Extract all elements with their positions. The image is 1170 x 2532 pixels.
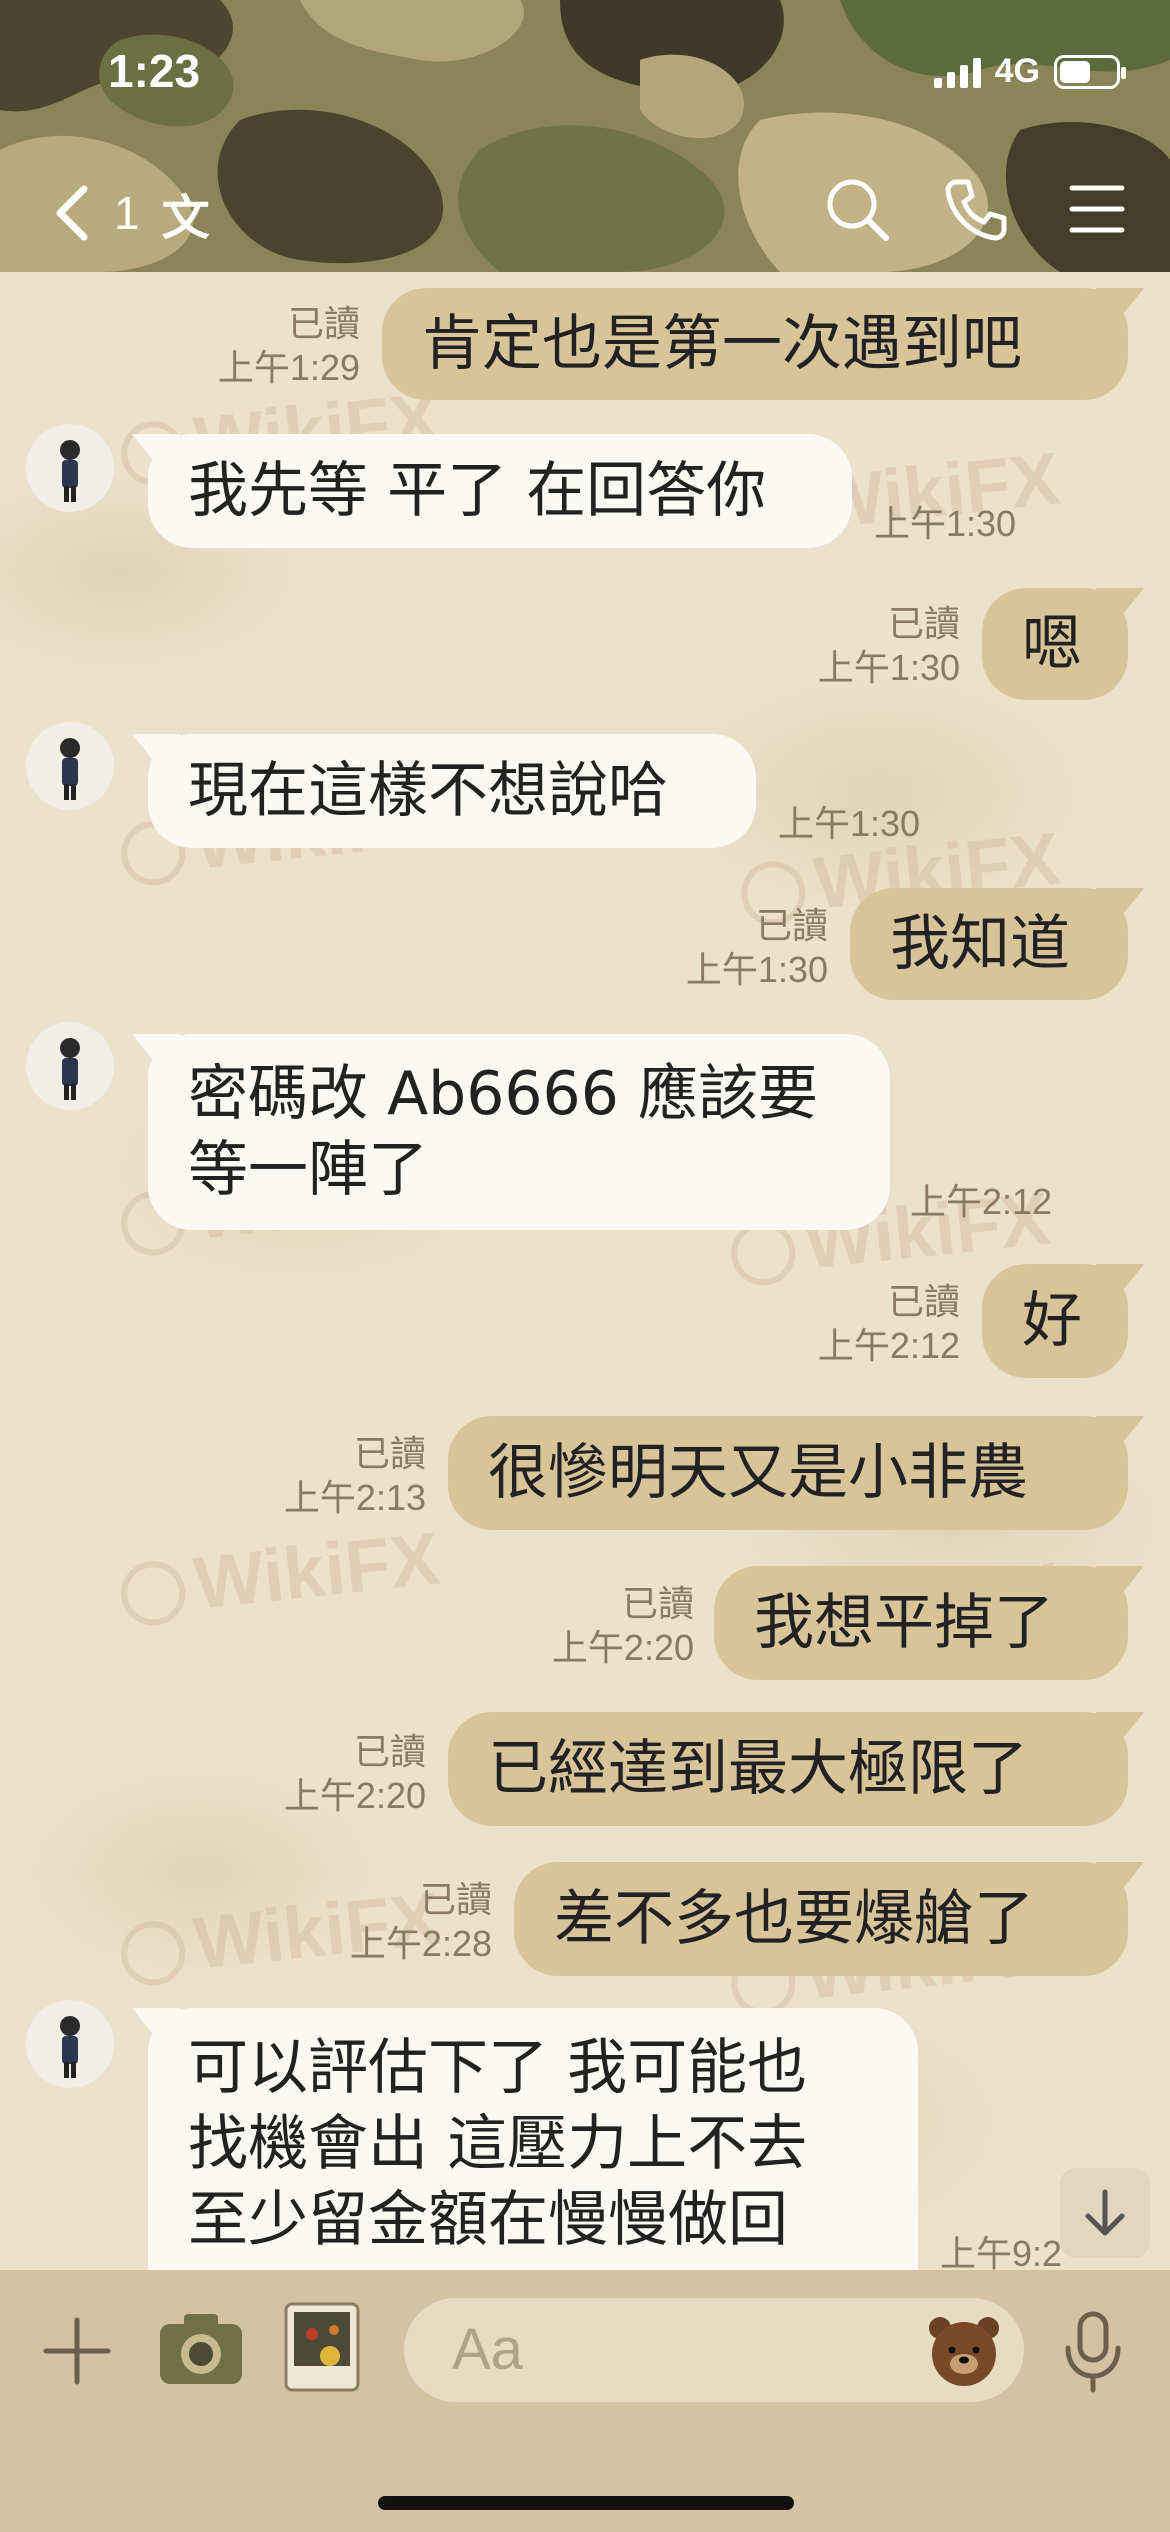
avatar[interactable]	[26, 722, 114, 810]
message-bubble-outgoing[interactable]: 嗯	[982, 588, 1128, 700]
message-bubble-outgoing[interactable]: 我想平掉了	[714, 1566, 1128, 1680]
message-time: 上午2:12	[910, 1181, 1053, 1222]
message-meta: 已讀 上午1:30	[760, 602, 960, 690]
message-meta: 已讀 上午2:20	[494, 1582, 694, 1670]
message-time: 上午2:20	[283, 1775, 426, 1816]
message-meta: 已讀 上午2:28	[292, 1878, 492, 1966]
message-bubble-incoming[interactable]: 現在這樣不想說哈	[148, 734, 756, 848]
nav-bar: 1 文	[0, 170, 1170, 250]
read-receipt: 已讀	[621, 1583, 694, 1624]
camera-icon[interactable]	[156, 2306, 246, 2390]
avatar[interactable]	[26, 2000, 114, 2088]
read-receipt: 已讀	[887, 603, 960, 644]
watermark: WikiFX	[116, 1516, 443, 1634]
search-button[interactable]	[822, 174, 892, 244]
message-time: 上午1:30	[778, 803, 921, 844]
avatar[interactable]	[26, 1022, 114, 1110]
call-button[interactable]	[942, 174, 1012, 244]
read-receipt: 已讀	[755, 905, 828, 946]
message-bubble-outgoing[interactable]: 差不多也要爆艙了	[514, 1862, 1128, 1976]
chat-title: 文	[161, 190, 210, 246]
back-button[interactable]: 1 文	[52, 178, 210, 248]
message-time: 上午9:2	[940, 2233, 1063, 2270]
message-meta: 已讀 上午1:30	[628, 904, 828, 992]
message-meta: 已讀 上午2:20	[226, 1730, 426, 1818]
message-time: 上午2:12	[817, 1325, 960, 1366]
message-bubble-outgoing[interactable]: 我知道	[850, 888, 1128, 1000]
chat-header: 1:23 4G 1 文	[0, 0, 1170, 272]
avatar[interactable]	[26, 424, 114, 512]
message-time: 上午2:20	[551, 1627, 694, 1668]
scroll-to-bottom-button[interactable]	[1060, 2168, 1150, 2258]
search-icon	[827, 179, 889, 241]
avatar-figure-icon	[60, 1038, 80, 1100]
status-time: 1:23	[108, 45, 201, 97]
read-receipt: 已讀	[419, 1879, 492, 1920]
avatar-figure-icon	[60, 738, 80, 800]
avatar-figure-icon	[60, 440, 80, 502]
message-bubble-incoming[interactable]: 我先等 平了 在回答你	[148, 434, 852, 548]
read-receipt: 已讀	[887, 1281, 960, 1322]
chevron-left-icon	[56, 185, 88, 241]
message-line: 找機會出 這壓力上不去	[188, 2109, 808, 2179]
message-bubble-incoming[interactable]: 密碼改 Ab6666 應該要 等一陣了	[148, 1034, 890, 1230]
input-placeholder: Aa	[452, 2317, 523, 2382]
menu-button[interactable]	[1062, 174, 1132, 244]
message-bubble-outgoing[interactable]: 肯定也是第一次遇到吧	[382, 288, 1128, 400]
composer-bar: Aa	[0, 2270, 1170, 2532]
unread-count: 1	[114, 187, 140, 239]
message-meta: 已讀 上午1:29	[160, 302, 360, 390]
read-receipt: 已讀	[287, 303, 360, 344]
message-time: 上午2:13	[283, 1477, 426, 1518]
message-line: 等一陣了	[188, 1135, 428, 1205]
bear-emoji-icon[interactable]	[926, 2312, 1002, 2388]
message-line: 密碼改 Ab6666 應該要	[188, 1059, 818, 1129]
message-line: 至少留金額在慢慢做回	[188, 2185, 788, 2255]
message-input[interactable]: Aa	[404, 2298, 1024, 2402]
message-bubble-outgoing[interactable]: 好	[982, 1264, 1128, 1378]
home-indicator	[378, 2496, 794, 2510]
microphone-icon[interactable]	[1058, 2310, 1128, 2394]
network-type: 4G	[994, 52, 1040, 90]
arrow-down-icon	[1085, 2189, 1125, 2236]
menu-icon	[1069, 185, 1125, 233]
read-receipt: 已讀	[353, 1731, 426, 1772]
message-line: 可以評估下了 我可能也	[188, 2033, 808, 2103]
message-time: 上午1:30	[685, 949, 828, 990]
sticker-photo-icon[interactable]	[282, 2300, 362, 2394]
message-bubble-outgoing[interactable]: 已經達到最大極限了	[448, 1712, 1128, 1826]
message-meta: 已讀 上午2:12	[760, 1280, 960, 1368]
plus-icon[interactable]	[42, 2316, 112, 2386]
message-time: 上午1:30	[817, 647, 960, 688]
message-bubble-outgoing[interactable]: 很慘明天又是小非農	[448, 1416, 1128, 1530]
message-time: 上午1:30	[874, 503, 1017, 544]
message-bubble-incoming[interactable]: 可以評估下了 我可能也 找機會出 這壓力上不去 至少留金額在慢慢做回	[148, 2008, 918, 2270]
avatar-figure-icon	[60, 2016, 80, 2078]
message-time: 上午2:28	[349, 1923, 492, 1964]
battery-icon	[1054, 54, 1126, 89]
message-time: 上午1:29	[217, 347, 360, 388]
phone-icon	[945, 179, 1007, 241]
status-indicators: 4G	[933, 52, 1126, 91]
message-meta: 已讀 上午2:13	[226, 1432, 426, 1520]
signal-icon	[933, 56, 981, 88]
read-receipt: 已讀	[353, 1433, 426, 1474]
